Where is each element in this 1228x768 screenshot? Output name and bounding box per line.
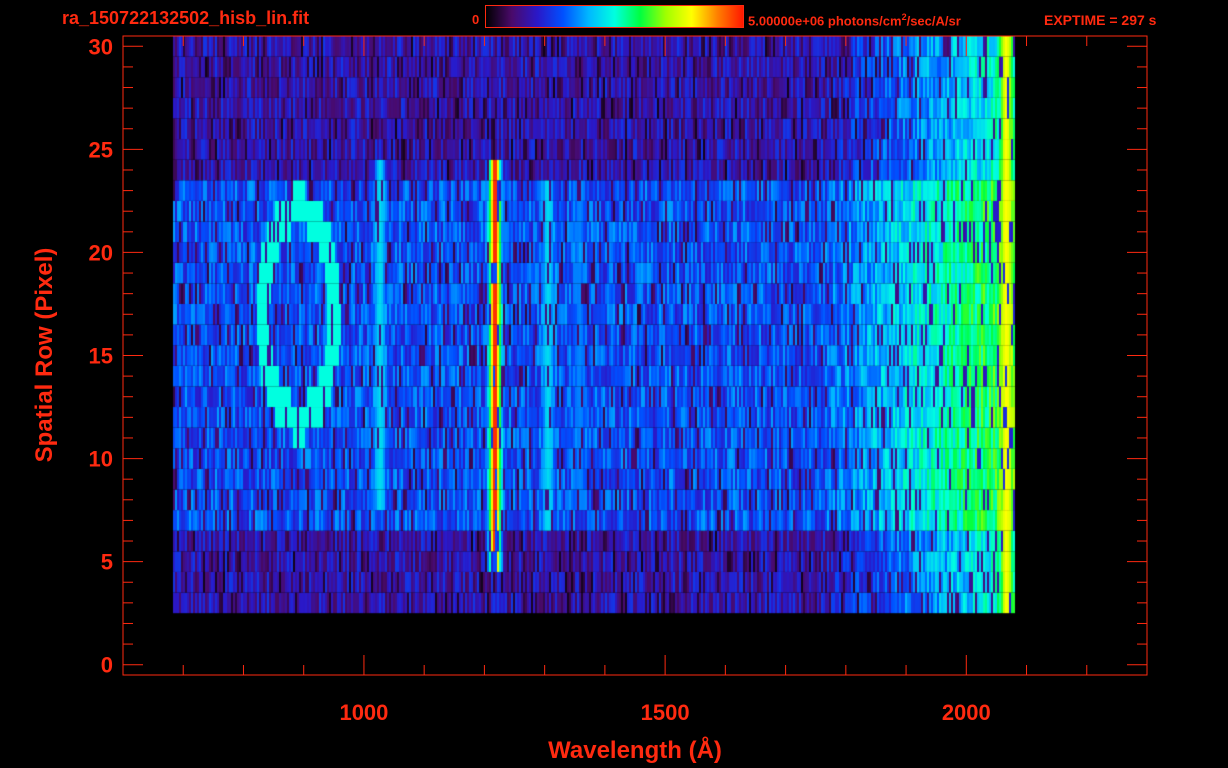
y-tick-label: 5 — [101, 550, 113, 575]
x-tick-label: 1000 — [339, 700, 388, 725]
heatmap-image — [123, 36, 1147, 675]
spectrum-plot: 1000 1500 2000051015202530 Wavelength (Å) … — [31, 34, 1148, 764]
y-tick-label: 30 — [89, 34, 113, 59]
x-tick-label: 2000 — [942, 700, 991, 725]
y-tick-label: 15 — [89, 344, 113, 369]
heatmap-layer — [123, 36, 1147, 675]
y-axis-label: Spatial Row (Pixel) — [31, 248, 58, 463]
y-tick-label: 0 — [101, 653, 113, 678]
y-tick-label: 20 — [89, 240, 113, 265]
y-tick-label: 10 — [89, 447, 113, 472]
x-tick-label: 1500 — [641, 700, 690, 725]
x-axis-label: Wavelength (Å) — [548, 736, 722, 764]
y-tick-label: 25 — [89, 137, 113, 162]
